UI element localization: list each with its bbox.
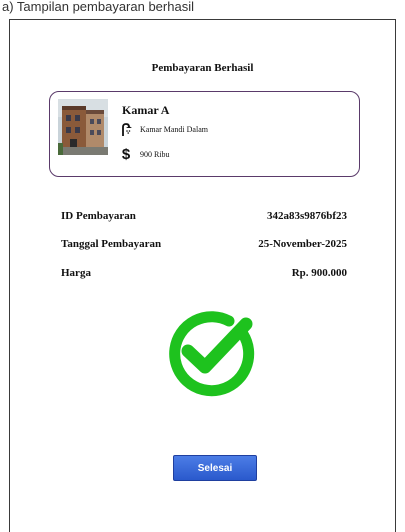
finish-button[interactable]: Selesai (173, 455, 257, 481)
price-value: Rp. 900.000 (291, 267, 347, 279)
room-card: Kamar A Kamar Mandi Dalam $ 900 Ribu (49, 91, 360, 177)
payment-date-value: 25-November-2025 (258, 238, 347, 250)
facility-row: Kamar Mandi Dalam (118, 121, 208, 137)
room-photo (58, 99, 108, 155)
dollar-icon: $ (121, 145, 131, 163)
payment-date-label: Tanggal Pembayaran (61, 238, 162, 250)
page-title: Pembayaran Berhasil (151, 62, 254, 74)
payment-id-label: ID Pembayaran (61, 210, 136, 222)
price-label: Harga (61, 267, 91, 279)
room-facility: Kamar Mandi Dalam (140, 124, 208, 134)
shower-icon (118, 122, 134, 136)
check-circle-icon (169, 311, 255, 397)
price-row: $ 900 Ribu (118, 145, 170, 163)
caption-text: a) Tampilan pembayaran berhasil (2, 0, 194, 14)
room-price: 900 Ribu (140, 149, 170, 159)
room-name: Kamar A (122, 103, 170, 117)
payment-id-value: 342a83s9876bf23 (266, 210, 347, 222)
